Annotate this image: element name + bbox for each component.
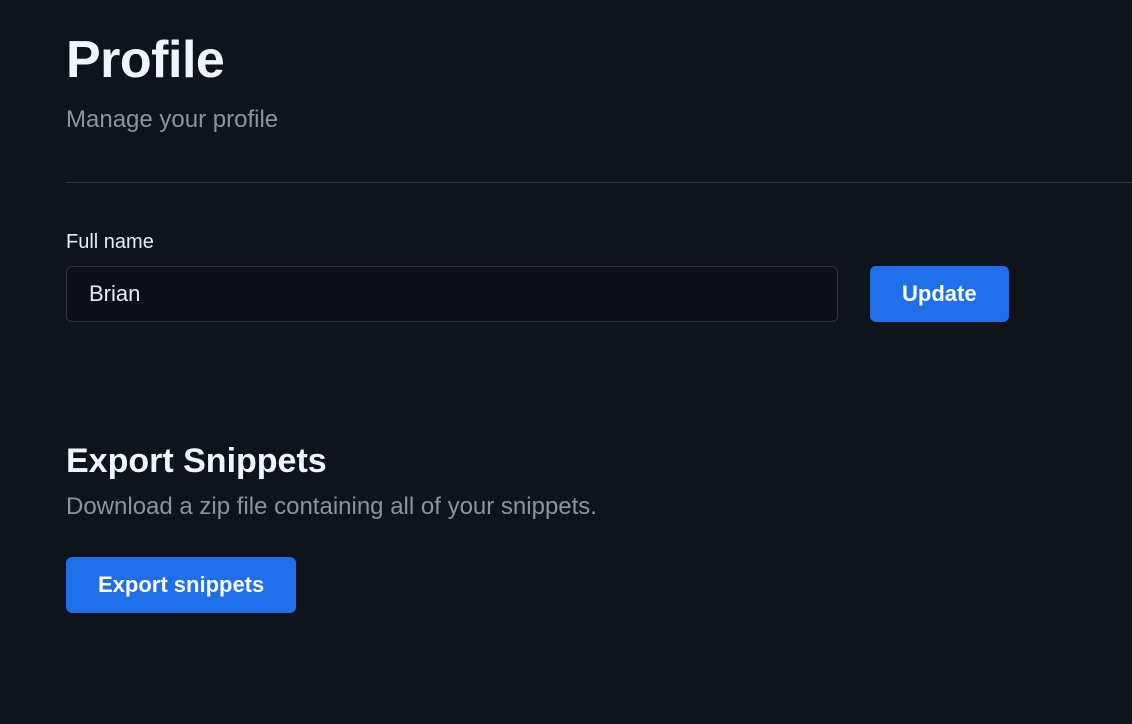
divider xyxy=(66,182,1132,183)
full-name-row: Full name Update xyxy=(66,231,1132,322)
full-name-label: Full name xyxy=(66,231,838,254)
page-subtitle: Manage your profile xyxy=(66,106,1132,134)
page-title: Profile xyxy=(66,30,1132,90)
update-button[interactable]: Update xyxy=(870,266,1009,322)
full-name-field-group: Full name xyxy=(66,231,838,322)
full-name-input[interactable] xyxy=(66,266,838,322)
export-description: Download a zip file containing all of yo… xyxy=(66,493,1132,521)
export-snippets-button[interactable]: Export snippets xyxy=(66,557,296,613)
export-title: Export Snippets xyxy=(66,442,1132,481)
